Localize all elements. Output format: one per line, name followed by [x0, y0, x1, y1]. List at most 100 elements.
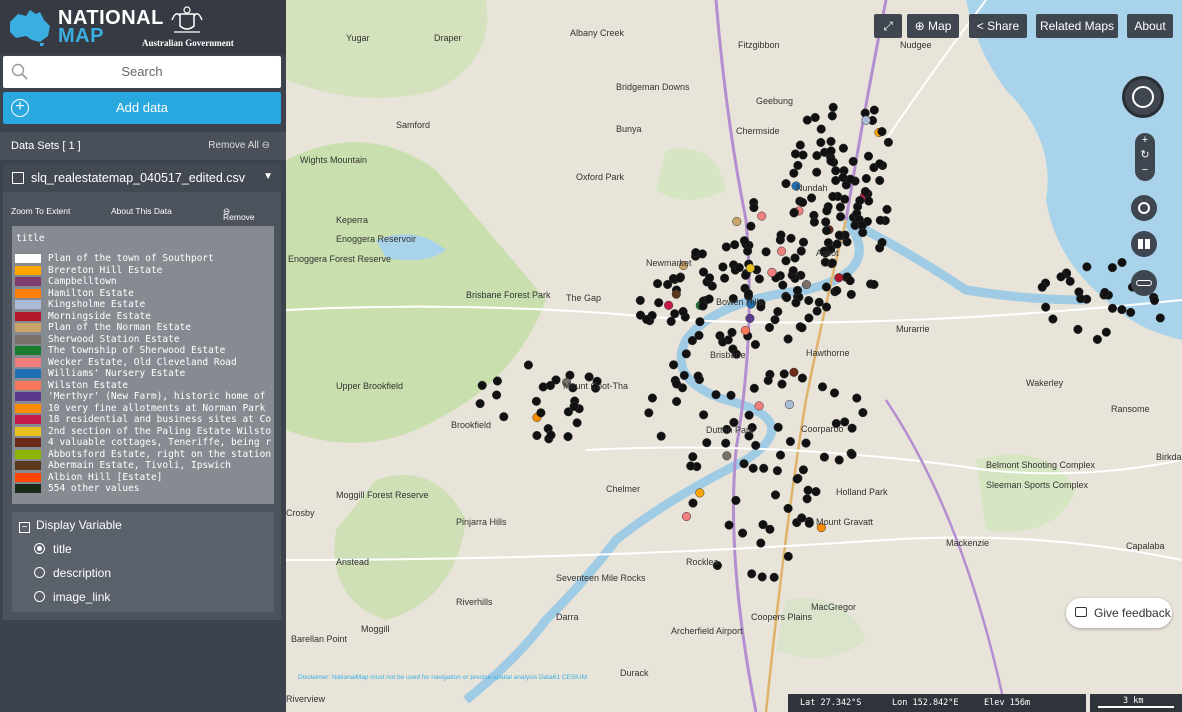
map-data-point[interactable]	[858, 408, 868, 418]
map-data-point[interactable]	[875, 215, 885, 225]
map-data-point[interactable]	[779, 369, 789, 379]
map-data-point[interactable]	[1117, 257, 1127, 268]
map-data-point[interactable]	[846, 289, 856, 299]
map-data-point[interactable]	[695, 488, 705, 498]
map-data-point[interactable]	[792, 285, 803, 295]
map-data-point[interactable]	[654, 298, 664, 308]
map-data-point[interactable]	[563, 432, 573, 442]
map-data-point[interactable]	[698, 301, 708, 311]
map-data-point[interactable]	[499, 412, 509, 422]
map-data-point[interactable]	[789, 208, 799, 218]
map-data-point[interactable]	[666, 316, 676, 326]
map-data-point[interactable]	[761, 247, 771, 257]
map-data-point[interactable]	[721, 438, 731, 448]
map-data-point[interactable]	[803, 485, 813, 495]
map-data-point[interactable]	[759, 463, 769, 473]
zoom-in-button[interactable]: +	[1135, 133, 1155, 148]
disclaimer-text[interactable]: Disclaimer: NationalMap must not be used…	[298, 674, 587, 681]
map-data-point[interactable]	[720, 273, 730, 283]
map-data-point[interactable]	[546, 430, 556, 440]
map-data-point[interactable]	[882, 204, 892, 214]
map-data-point[interactable]	[778, 280, 788, 290]
map-data-point[interactable]	[802, 115, 812, 125]
map-data-point[interactable]	[1048, 314, 1058, 324]
map-data-point[interactable]	[732, 216, 742, 227]
map-data-point[interactable]	[727, 327, 737, 337]
map-data-point[interactable]	[798, 197, 808, 207]
map-data-point[interactable]	[834, 273, 844, 283]
map-data-point[interactable]	[726, 390, 736, 400]
variable-option-description[interactable]: description	[34, 566, 111, 580]
map-data-point[interactable]	[819, 452, 829, 462]
about-button[interactable]: About	[1127, 14, 1173, 38]
map-data-point[interactable]	[572, 418, 582, 428]
map-data-point[interactable]	[821, 302, 832, 312]
map-data-point[interactable]	[475, 399, 485, 409]
variable-option-image-link[interactable]: image_link	[34, 590, 110, 604]
map-data-point[interactable]	[756, 538, 766, 548]
map-data-point[interactable]	[845, 276, 855, 286]
map-data-point[interactable]	[796, 246, 806, 256]
map-data-point[interactable]	[678, 306, 688, 317]
map-data-point[interactable]	[1107, 303, 1118, 313]
map-data-point[interactable]	[743, 246, 753, 256]
map-data-point[interactable]	[647, 393, 657, 403]
map-data-point[interactable]	[670, 309, 680, 319]
compass-control[interactable]	[1122, 76, 1164, 118]
map-data-point[interactable]	[681, 349, 691, 359]
map-data-point[interactable]	[536, 408, 546, 418]
map-data-point[interactable]	[795, 140, 805, 150]
map-data-point[interactable]	[864, 196, 874, 206]
map-data-point[interactable]	[877, 237, 887, 248]
map-data-point[interactable]	[807, 193, 817, 203]
map-data-point[interactable]	[718, 262, 728, 272]
map-data-point[interactable]	[810, 112, 820, 123]
map-view[interactable]: Yugar Draper Albany Creek Fitzgibbon Nudgee B…	[286, 0, 1182, 712]
map-data-point[interactable]	[863, 151, 874, 161]
map-data-point[interactable]	[838, 172, 848, 183]
map-data-point[interactable]	[748, 463, 758, 473]
map-data-point[interactable]	[773, 422, 783, 432]
map-data-point[interactable]	[826, 146, 836, 156]
map-data-point[interactable]	[783, 551, 793, 561]
map-data-point[interactable]	[644, 408, 654, 418]
map-data-point[interactable]	[1092, 334, 1102, 344]
map-data-point[interactable]	[804, 313, 814, 323]
map-data-point[interactable]	[739, 459, 749, 469]
map-data-point[interactable]	[788, 266, 798, 276]
map-data-point[interactable]	[826, 156, 836, 166]
map-data-point[interactable]	[722, 451, 732, 461]
map-data-point[interactable]	[767, 267, 777, 277]
zoom-control[interactable]: + ↻ −	[1135, 133, 1155, 181]
map-data-point[interactable]	[776, 230, 786, 240]
add-data-button[interactable]: + Add data	[3, 92, 281, 124]
map-data-point[interactable]	[765, 524, 775, 534]
map-data-point[interactable]	[827, 258, 837, 268]
map-data-point[interactable]	[681, 511, 692, 522]
map-data-point[interactable]	[816, 137, 826, 148]
map-data-point[interactable]	[784, 399, 794, 410]
display-variable-toggle[interactable]: − Display Variable	[19, 518, 122, 533]
map-data-point[interactable]	[783, 503, 793, 513]
remove-all-button[interactable]: Remove All ⊖	[208, 140, 270, 151]
map-data-point[interactable]	[812, 167, 822, 177]
map-data-point[interactable]	[790, 253, 800, 263]
map-data-point[interactable]	[675, 273, 685, 283]
map-data-point[interactable]	[793, 160, 803, 170]
map-data-point[interactable]	[826, 136, 836, 146]
map-data-point[interactable]	[695, 317, 705, 327]
map-data-point[interactable]	[869, 279, 879, 290]
map-data-point[interactable]	[757, 211, 767, 221]
remove-dataset-button[interactable]: Remove ⊖	[223, 206, 255, 222]
map-data-point[interactable]	[783, 334, 793, 344]
map-data-point[interactable]	[869, 105, 879, 115]
dataset-visibility-checkbox[interactable]	[12, 172, 24, 184]
map-data-point[interactable]	[811, 487, 821, 497]
map-data-point[interactable]	[671, 289, 681, 299]
map-data-point[interactable]	[827, 111, 837, 121]
map-data-point[interactable]	[848, 156, 858, 166]
map-data-point[interactable]	[653, 279, 663, 289]
map-data-point[interactable]	[781, 179, 791, 189]
map-data-point[interactable]	[834, 455, 844, 465]
search-box[interactable]: Search	[3, 56, 281, 88]
